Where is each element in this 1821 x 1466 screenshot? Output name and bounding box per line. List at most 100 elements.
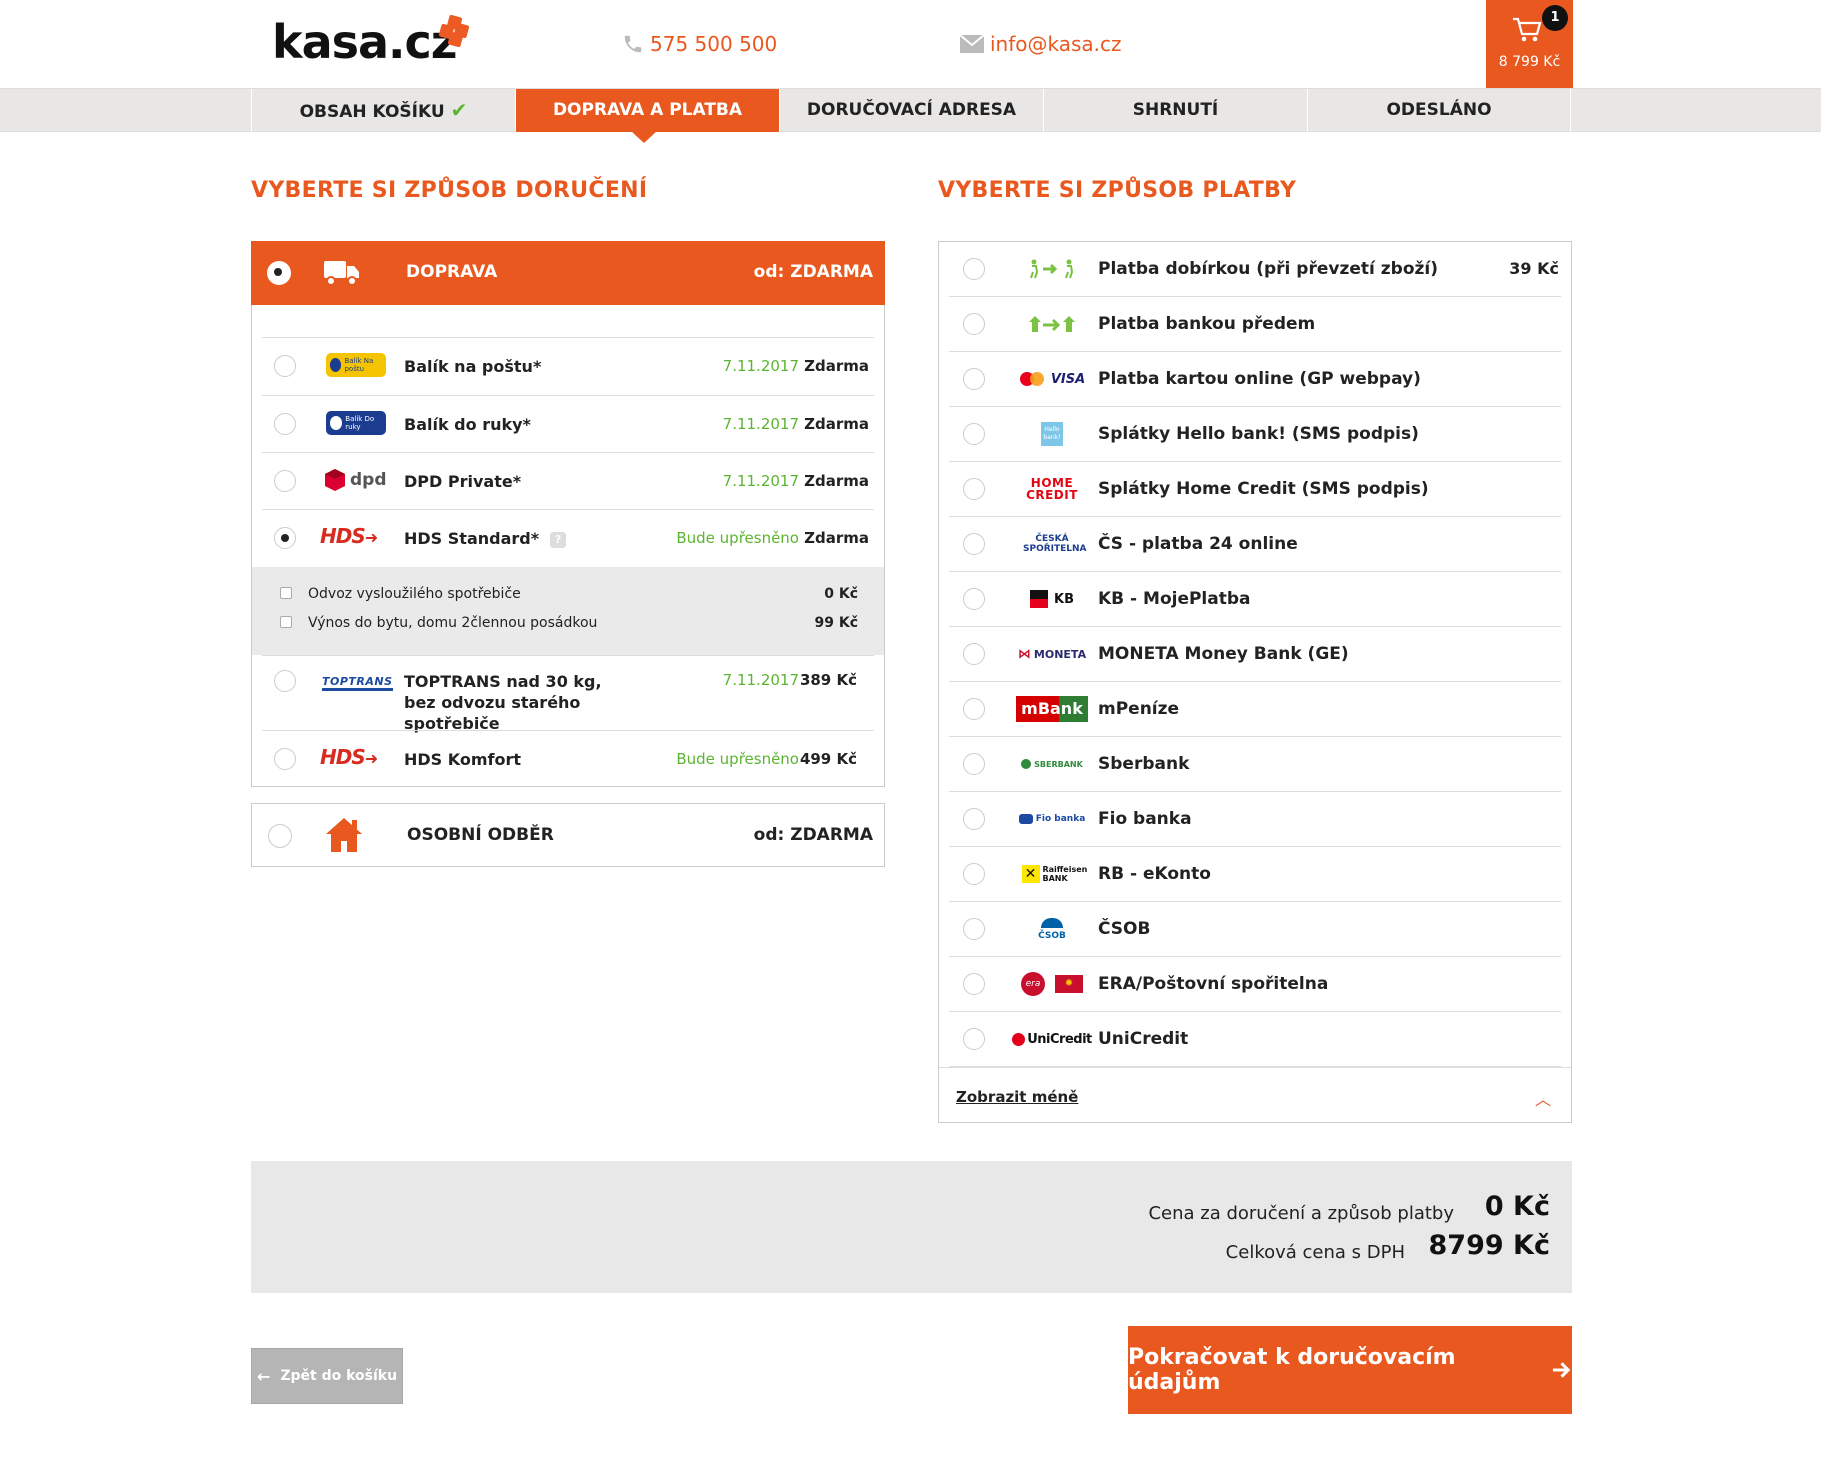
home-credit-logo: HOME CREDIT xyxy=(1026,476,1078,502)
delivery-options-box: DOPRAVA od: ZDARMA Balík Na poštu Balík … xyxy=(251,241,885,787)
step-delivery-address: DORUČOVACÍ ADRESA xyxy=(779,89,1043,132)
payment-radio[interactable] xyxy=(963,863,985,885)
logo-mark-icon xyxy=(438,14,470,48)
payment-radio[interactable] xyxy=(963,918,985,940)
ceska-posta-logo: Balík Na poštu xyxy=(326,353,386,377)
hds-logo: HDS➜ xyxy=(320,524,379,548)
delivery-radio[interactable] xyxy=(274,748,296,770)
payment-option-fio[interactable]: Fio banka Fio banka xyxy=(949,792,1561,847)
continue-button[interactable]: Pokračovat k doručovacím údajům xyxy=(1128,1326,1572,1414)
payment-option-csob[interactable]: ČSOB ČSOB xyxy=(949,902,1561,957)
delivery-radio[interactable] xyxy=(274,470,296,492)
payment-radio[interactable] xyxy=(963,588,985,610)
toptrans-logo: TOPTRANS xyxy=(322,670,393,692)
delivery-group-doprava[interactable]: DOPRAVA od: ZDARMA xyxy=(251,241,885,305)
payment-option-karta[interactable]: VISA Platba kartou online (GP webpay) xyxy=(949,352,1561,407)
house-icon xyxy=(326,818,362,852)
delivery-section-title: VYBERTE SI ZPŮSOB DORUČENÍ xyxy=(251,178,648,203)
payment-option-mbank[interactable]: mBank mPeníze xyxy=(949,682,1561,737)
envelope-icon xyxy=(960,35,984,53)
phone-icon xyxy=(624,35,642,53)
payment-radio[interactable] xyxy=(963,533,985,555)
payment-radio[interactable] xyxy=(963,368,985,390)
payment-radio[interactable] xyxy=(963,478,985,500)
delivery-group-osobni-odber[interactable]: OSOBNÍ ODBĚR od: ZDARMA xyxy=(251,803,885,867)
delivery-option-balik-na-postu[interactable]: Balík Na poštu Balík na poštu* 7.11.2017… xyxy=(262,337,874,395)
kasa-logo[interactable]: kasa.cz xyxy=(272,12,470,72)
delivery-option-balik-do-ruky[interactable]: Balík Do ruky Balík do ruky* 7.11.2017 Z… xyxy=(262,395,874,452)
ceska-posta-logo: Balík Do ruky xyxy=(326,411,386,435)
kb-logo: KB xyxy=(1004,584,1100,614)
payment-radio[interactable] xyxy=(963,808,985,830)
payment-option-cs[interactable]: ČESKÁ SPOŘITELNA ČS - platba 24 online xyxy=(949,517,1561,572)
raiffeisen-logo: ✕ Raiffeisen BANK xyxy=(1004,859,1100,889)
dpd-logo: dpd xyxy=(324,467,388,493)
help-icon[interactable]: ? xyxy=(550,532,566,548)
moneta-logo: ⋈ MONETA xyxy=(1017,646,1087,662)
payment-option-hello-bank[interactable]: Hello bank! Splátky Hello bank! (SMS pod… xyxy=(949,407,1561,462)
payment-radio[interactable] xyxy=(963,698,985,720)
delivery-radio[interactable] xyxy=(274,413,296,435)
payment-options-box: Platba dobírkou (při převzetí zboží) 39 … xyxy=(938,241,1572,1123)
cart-count-badge: 1 xyxy=(1542,5,1568,31)
payment-radio[interactable] xyxy=(963,643,985,665)
sberbank-logo: SBERBANK xyxy=(1004,749,1100,779)
osobni-odber-radio[interactable] xyxy=(268,824,292,848)
payment-radio[interactable] xyxy=(963,753,985,775)
payment-option-home-credit[interactable]: HOME CREDIT Splátky Home Credit (SMS pod… xyxy=(949,462,1561,517)
payment-option-moneta[interactable]: ⋈ MONETA MONETA Money Bank (GE) xyxy=(949,627,1561,682)
delivery-option-toptrans[interactable]: TOPTRANS TOPTRANS nad 30 kg, bez odvozu … xyxy=(262,655,874,733)
payment-radio[interactable] xyxy=(963,258,985,280)
cart-total: 8 799 Kč xyxy=(1498,54,1561,70)
step-summary: SHRNUTÍ xyxy=(1043,89,1307,132)
phone-contact[interactable]: 575 500 500 xyxy=(622,32,777,56)
chevron-up-icon[interactable]: ︿ xyxy=(1535,1086,1551,1110)
delivery-option-hds-komfort[interactable]: HDS➜ HDS Komfort Bude upřesněno 499 Kč xyxy=(262,730,874,787)
payment-radio[interactable] xyxy=(963,423,985,445)
checkmark-icon: ✔ xyxy=(450,98,468,122)
truck-icon xyxy=(324,261,359,286)
payment-radio[interactable] xyxy=(963,1028,985,1050)
total-price-label: Celková cena s DPH xyxy=(1225,1242,1405,1263)
active-step-arrow xyxy=(631,131,657,143)
cart-button[interactable]: 1 8 799 Kč xyxy=(1486,0,1573,88)
payment-option-raiffeisen[interactable]: ✕ Raiffeisen BANK RB - eKonto xyxy=(949,847,1561,902)
payment-option-dobirka[interactable]: Platba dobírkou (při převzetí zboží) 39 … xyxy=(949,242,1561,297)
payment-option-unicredit[interactable]: UniCredit UniCredit xyxy=(949,1012,1561,1067)
checkout-steps: OBSAH KOŠÍKU ✔ DOPRAVA A PLATBA DORUČOVAC… xyxy=(0,88,1821,132)
email-contact[interactable]: info@kasa.cz xyxy=(960,32,1122,56)
payment-option-era[interactable]: era ✹ ERA/Poštovní spořitelna xyxy=(949,957,1561,1012)
payment-option-sberbank[interactable]: SBERBANK Sberbank xyxy=(949,737,1561,792)
fio-logo: Fio banka xyxy=(1004,804,1100,834)
delivery-radio[interactable] xyxy=(274,670,296,692)
payment-option-banka[interactable]: Platba bankou předem xyxy=(949,297,1561,352)
hello-bank-logo: Hello bank! xyxy=(1004,419,1100,449)
site-header: kasa.cz 575 500 500 info@kasa.cz 1 8 799… xyxy=(0,0,1821,88)
show-less-link[interactable]: Zobrazit méně xyxy=(956,1088,1078,1106)
step-cart-contents[interactable]: OBSAH KOŠÍKU ✔ xyxy=(251,89,515,132)
delivery-option-dpd[interactable]: dpd DPD Private* 7.11.2017 Zdarma xyxy=(262,452,874,509)
extra-checkbox-odvoz[interactable] xyxy=(280,587,292,599)
arrow-right-icon xyxy=(1552,1362,1571,1378)
doprava-radio[interactable] xyxy=(267,261,291,285)
cart-icon xyxy=(1513,17,1542,42)
total-price-value: 8799 Kč xyxy=(1428,1230,1550,1261)
delivery-cost-value: 0 Kč xyxy=(1484,1191,1550,1222)
step-delivery-payment[interactable]: DOPRAVA A PLATBA xyxy=(515,89,779,132)
era-logo: era ✹ xyxy=(1004,969,1100,999)
payment-section-title: VYBERTE SI ZPŮSOB PLATBY xyxy=(938,178,1297,203)
payment-radio[interactable] xyxy=(963,313,985,335)
delivery-radio[interactable] xyxy=(274,355,296,377)
payment-radio[interactable] xyxy=(963,973,985,995)
mastercard-visa-logo: VISA xyxy=(1004,364,1100,394)
price-summary: Cena za doručení a způsob platby 0 Kč Ce… xyxy=(251,1161,1572,1293)
payment-option-kb[interactable]: KB KB - MojePlatba xyxy=(949,572,1561,627)
delivery-option-hds-standard[interactable]: HDS➜ HDS Standard* ? Bude upřesněno Zdar… xyxy=(262,509,874,566)
mbank-logo: mBank xyxy=(1004,694,1100,724)
step-sent: ODESLÁNO xyxy=(1307,89,1571,132)
delivery-radio[interactable] xyxy=(274,527,296,549)
cod-icon xyxy=(1004,254,1100,284)
hds-logo: HDS➜ xyxy=(320,745,379,769)
extra-checkbox-vynos[interactable] xyxy=(280,616,292,628)
back-to-cart-button[interactable]: ← Zpět do košíku xyxy=(251,1348,403,1404)
